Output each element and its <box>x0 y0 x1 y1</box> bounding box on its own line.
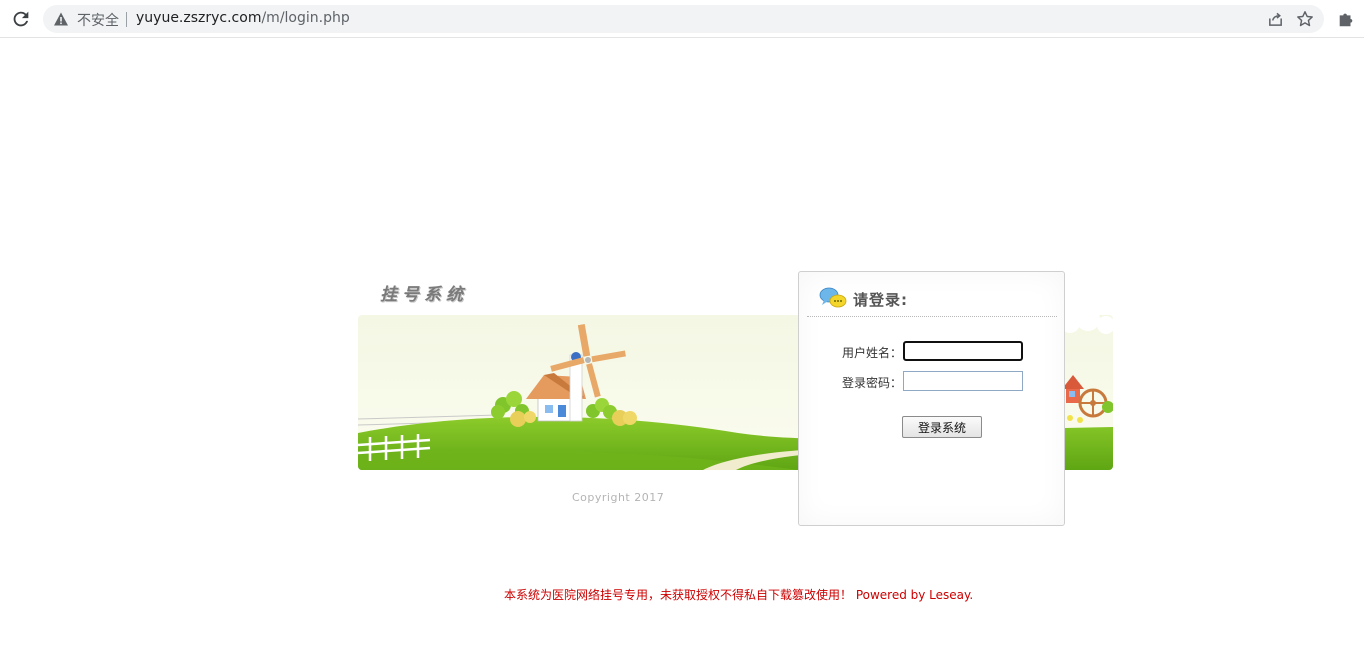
footer-notice: 本系统为医院网络挂号专用，未获取授权不得私自下载篡改使用！ Powered by… <box>504 588 974 602</box>
system-title: 挂号系统 <box>380 285 468 305</box>
browser-toolbar: 不安全 yuyue.zszryc.com/m/login.php <box>0 0 1364 38</box>
share-icon[interactable] <box>1267 11 1284 28</box>
security-label[interactable]: 不安全 <box>77 10 119 30</box>
puzzle-icon[interactable] <box>1337 10 1355 28</box>
username-label: 用户姓名： <box>842 346 903 360</box>
login-panel: 请登录: 用户姓名： 登录密码： 登录系统 <box>798 271 1065 526</box>
login-title: 请登录: <box>853 291 908 309</box>
url-path: /m/login.php <box>261 10 350 26</box>
url-host: yuyue.zszryc.com <box>136 10 262 26</box>
chat-bubbles-icon <box>819 287 847 308</box>
login-header: 请登录: <box>807 282 1057 317</box>
address-bar[interactable]: 不安全 yuyue.zszryc.com/m/login.php <box>43 5 1324 33</box>
address-separator <box>126 12 127 27</box>
password-label: 登录密码： <box>842 376 903 390</box>
warning-icon[interactable] <box>53 11 69 27</box>
reload-icon[interactable] <box>10 8 32 30</box>
star-icon[interactable] <box>1296 10 1314 28</box>
copyright-text: Copyright 2017 <box>572 491 665 504</box>
password-input[interactable] <box>903 371 1023 391</box>
username-input[interactable] <box>903 341 1023 361</box>
login-submit-button[interactable]: 登录系统 <box>902 416 982 438</box>
url-text[interactable]: yuyue.zszryc.com/m/login.php <box>136 10 350 26</box>
